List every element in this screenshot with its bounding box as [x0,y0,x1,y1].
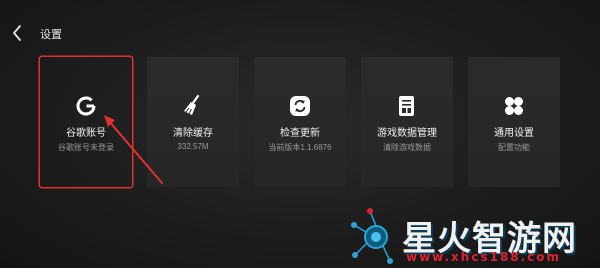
card-subtext: 332.57M [177,142,209,151]
card-subtext: 清除游戏数据 [383,143,431,152]
card-general-settings[interactable]: 通用设置 配置功能 [468,57,560,187]
chevron-left-icon [13,25,21,41]
card-clear-cache[interactable]: 清除缓存 332.57M [147,57,239,187]
card-subtext: 当前版本1.1.6876 [268,143,332,152]
refresh-icon [288,94,312,118]
card-label: 通用设置 [494,128,534,139]
card-game-data-management[interactable]: 游戏数据管理 清除游戏数据 [361,57,453,187]
card-check-update[interactable]: 检查更新 当前版本1.1.6876 [254,57,346,187]
page-title: 设置 [40,29,62,41]
back-button[interactable] [10,24,26,42]
top-bar: 设置 [0,0,600,62]
card-google-account[interactable]: 谷歌账号 谷歌账号未登录 [40,57,132,187]
card-subtext: 谷歌账号未登录 [58,143,114,152]
network-logo-icon [351,208,393,264]
site-watermark: 星火智游网 www.xhcs188.com [350,205,600,268]
card-subtext: 配置功能 [498,143,530,152]
card-label: 清除缓存 [173,128,213,139]
broom-icon [181,94,205,118]
card-label: 游戏数据管理 [377,128,437,139]
card-label: 检查更新 [280,128,320,139]
card-label: 谷歌账号 [66,128,106,139]
four-petal-icon [502,94,526,118]
data-sheet-icon [395,94,419,118]
google-icon [74,94,98,118]
watermark-url: www.xhcs188.com [406,250,562,264]
